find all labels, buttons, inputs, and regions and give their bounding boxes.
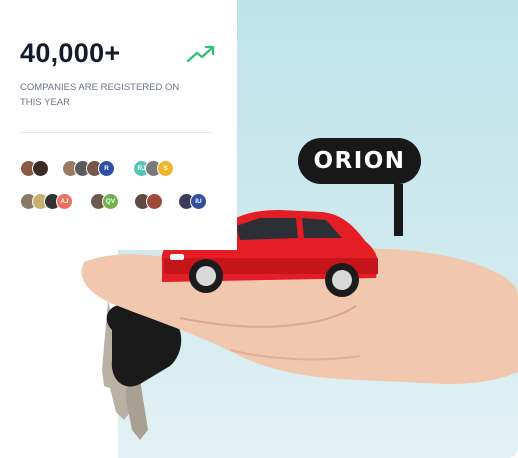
avatar-group[interactable] bbox=[134, 193, 164, 211]
avatar: IU bbox=[190, 193, 207, 210]
avatar-group[interactable]: R bbox=[62, 160, 116, 178]
avatar: S bbox=[157, 160, 174, 177]
brand-label: ORION bbox=[313, 148, 406, 174]
avatar-group[interactable] bbox=[20, 160, 50, 178]
brand-sign: ORION bbox=[298, 138, 421, 184]
sign-post bbox=[394, 184, 403, 236]
avatar-group[interactable]: AJ bbox=[20, 193, 74, 211]
avatar bbox=[32, 160, 49, 177]
avatar: QV bbox=[102, 193, 119, 210]
divider bbox=[20, 132, 212, 133]
companies-count: 40,000+ bbox=[20, 38, 121, 68]
avatar-group[interactable]: IU bbox=[178, 193, 208, 211]
avatar-group[interactable]: QV bbox=[90, 193, 120, 211]
avatar: AJ bbox=[56, 193, 73, 210]
companies-caption: COMPANIES ARE REGISTERED ON THIS YEAR bbox=[20, 82, 180, 108]
trending-up-icon bbox=[186, 45, 215, 63]
avatar: R bbox=[98, 160, 115, 177]
stats-card: 40,000+ COMPANIES ARE REGISTERED ON THIS… bbox=[0, 0, 237, 250]
avatar-group[interactable]: RJ S bbox=[133, 160, 175, 178]
avatar bbox=[146, 193, 163, 210]
